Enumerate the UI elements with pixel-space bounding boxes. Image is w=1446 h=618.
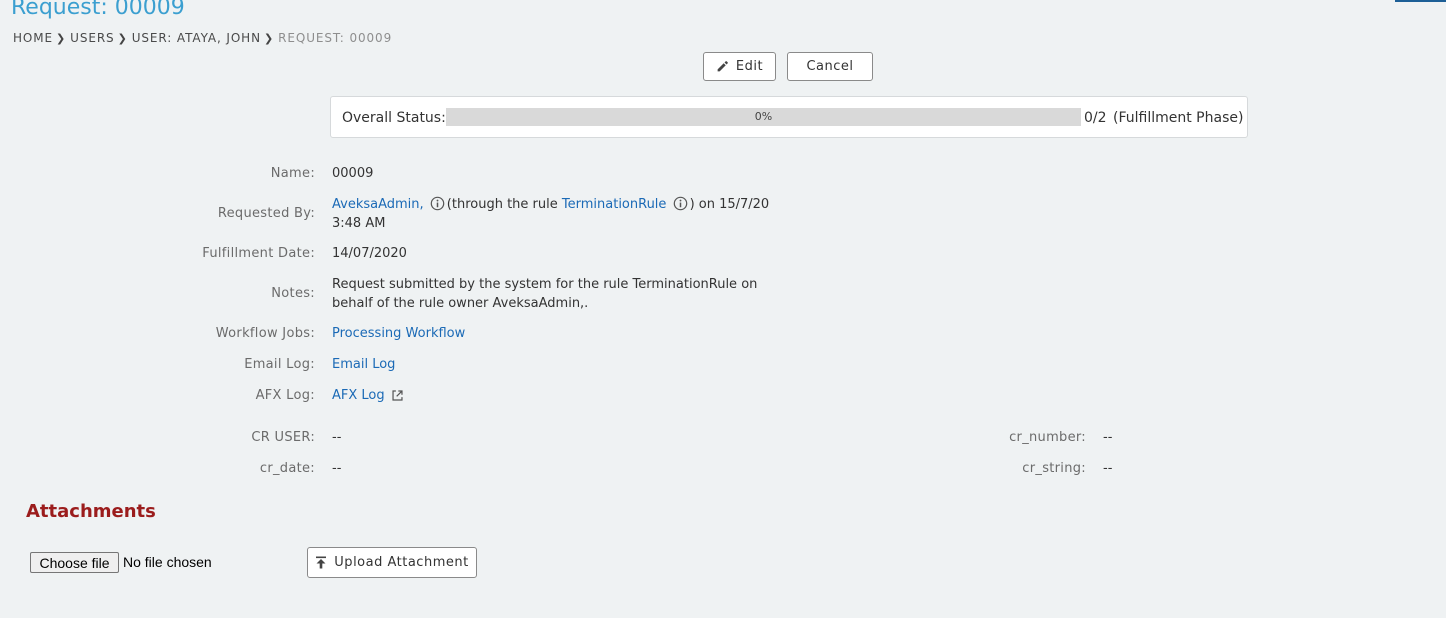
workflow-jobs-label: Workflow Jobs: [215, 326, 315, 341]
processing-workflow-link[interactable]: Processing Workflow [332, 324, 465, 343]
overall-status-label: Overall Status: [342, 110, 446, 126]
notes-label: Notes: [271, 286, 315, 301]
cr-date-label: cr_date: [259, 461, 315, 476]
cancel-button-label: Cancel [806, 59, 854, 74]
status-count: 0/2 [1084, 110, 1107, 126]
breadcrumb: HOME ❯ USERS ❯ USER: ATAYA, JOHN ❯ REQUE… [13, 31, 392, 45]
upload-attachment-button[interactable]: Upload Attachment [307, 547, 477, 578]
upload-icon [316, 556, 327, 569]
afx-log-label: AFX Log: [255, 388, 315, 403]
edit-button[interactable]: Edit [703, 52, 776, 81]
requested-by-through-text: (through the rule [446, 197, 558, 212]
termination-rule-link[interactable]: TerminationRule [562, 197, 667, 212]
info-icon[interactable] [430, 196, 445, 211]
cr-user-label: CR USER: [251, 430, 315, 445]
breadcrumb-home[interactable]: HOME [13, 31, 53, 45]
status-progress-text: 0% [754, 110, 773, 123]
fulfillment-date-label: Fulfillment Date: [202, 246, 315, 261]
cr-number-value: -- [1103, 430, 1113, 445]
afx-log-value: AFX Log [332, 386, 406, 405]
chevron-right-icon: ❯ [56, 31, 67, 45]
status-progress-bar: 0% [446, 108, 1081, 126]
name-value: 00009 [332, 166, 374, 181]
chevron-right-icon: ❯ [264, 31, 275, 45]
notes-line-1: Request submitted by the system for the … [332, 277, 758, 292]
attachments-heading: Attachments [26, 501, 156, 522]
notes-line-2: behalf of the rule owner AveksaAdmin,. [332, 296, 589, 311]
fulfillment-date-value: 14/07/2020 [332, 246, 407, 261]
upload-attachment-label: Upload Attachment [334, 555, 469, 570]
choose-file-button[interactable]: Choose file [30, 552, 119, 573]
breadcrumb-user[interactable]: USER: ATAYA, JOHN [132, 31, 261, 45]
cr-string-label: cr_string: [1022, 461, 1086, 476]
requested-by-value: AveksaAdmin, (through the rule Terminati… [332, 195, 772, 233]
overall-status-panel: Overall Status: 0% 0/2 (Fulfillment Phas… [330, 96, 1248, 138]
cr-string-value: -- [1103, 461, 1113, 476]
requested-by-user-link[interactable]: AveksaAdmin, [332, 197, 424, 212]
notes-value: Request submitted by the system for the … [332, 275, 757, 313]
file-status-text: No file chosen [123, 554, 212, 570]
edit-button-label: Edit [735, 59, 764, 74]
info-icon[interactable] [673, 196, 688, 211]
cancel-button[interactable]: Cancel [787, 52, 873, 81]
page-title: Request: 00009 [11, 0, 185, 20]
breadcrumb-users[interactable]: USERS [70, 31, 114, 45]
pencil-icon [717, 61, 728, 72]
chevron-right-icon: ❯ [117, 31, 128, 45]
cr-number-label: cr_number: [1009, 430, 1086, 445]
afx-log-link[interactable]: AFX Log [332, 388, 385, 403]
name-label: Name: [270, 166, 315, 181]
cr-user-value: -- [332, 430, 342, 445]
requested-by-date-text: ) on 15/7/20 [689, 197, 770, 212]
top-right-accent-bar [1395, 0, 1446, 2]
requested-by-label: Requested By: [217, 206, 315, 221]
status-phase: (Fulfillment Phase) [1113, 110, 1244, 126]
breadcrumb-current: REQUEST: 00009 [278, 31, 393, 45]
email-log-link[interactable]: Email Log [332, 355, 395, 374]
cr-date-value: -- [332, 461, 342, 476]
requested-by-time-text: 3:48 AM [332, 216, 386, 231]
external-link-icon[interactable] [391, 389, 404, 402]
email-log-label: Email Log: [244, 357, 315, 372]
